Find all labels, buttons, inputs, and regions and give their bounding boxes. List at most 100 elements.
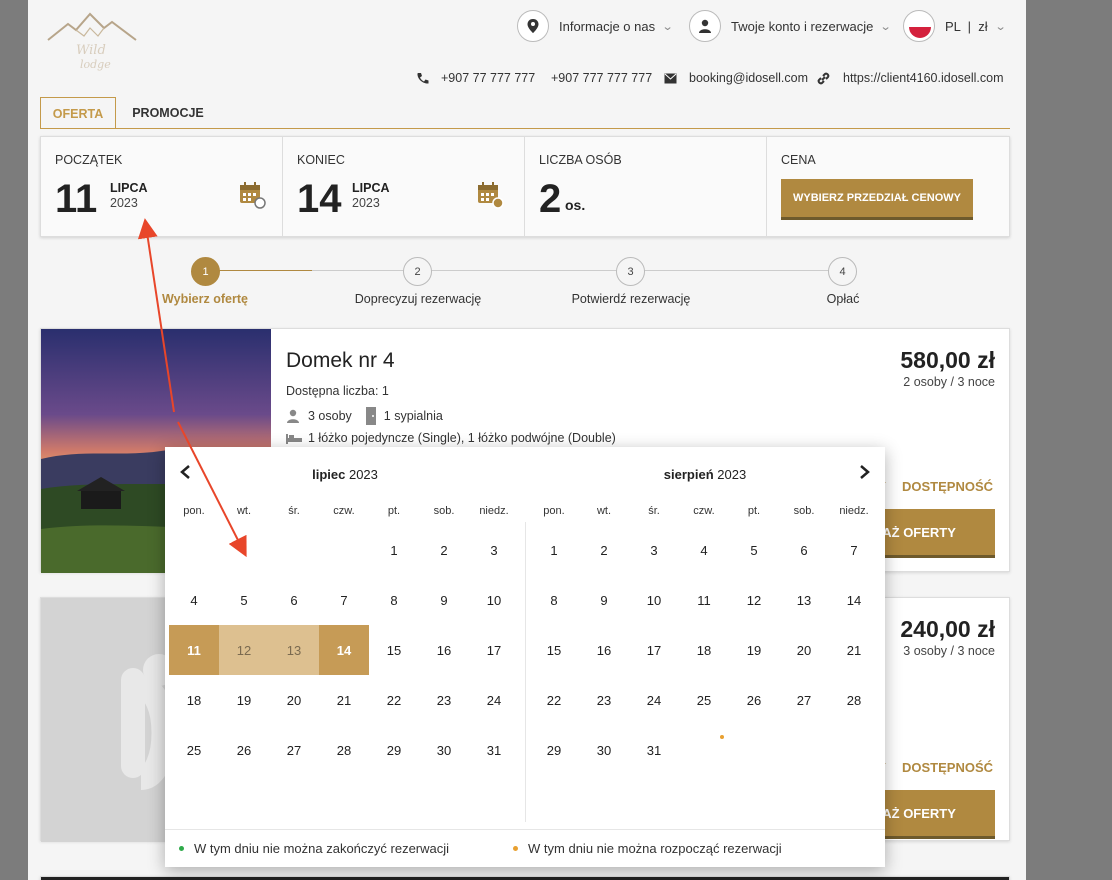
calendar-day[interactable]: 30 bbox=[579, 725, 629, 775]
calendar-day[interactable]: 8 bbox=[369, 575, 419, 625]
calendar-day[interactable]: 13 bbox=[779, 575, 829, 625]
calendar-day[interactable]: 26 bbox=[219, 725, 269, 775]
availability-link[interactable]: DOSTĘPNOŚĆ bbox=[902, 760, 993, 775]
calendar-legend: W tym dniu nie można zakończyć rezerwacj… bbox=[165, 829, 885, 867]
calendar-day[interactable]: 15 bbox=[529, 625, 579, 675]
calendar-day[interactable]: 17 bbox=[629, 625, 679, 675]
guests-field[interactable]: LICZBA OSÓB 2 os. bbox=[525, 137, 767, 236]
calendar-day[interactable]: 15 bbox=[369, 625, 419, 675]
calendar-day[interactable]: 1 bbox=[529, 525, 579, 575]
calendar-day[interactable]: 25 bbox=[169, 725, 219, 775]
calendar-day[interactable]: 16 bbox=[579, 625, 629, 675]
start-date-field[interactable]: POCZĄTEK 11 LIPCA 2023 bbox=[41, 137, 283, 236]
no-start-dot bbox=[720, 735, 724, 739]
calendar-day[interactable]: 22 bbox=[369, 675, 419, 725]
end-month: LIPCA bbox=[352, 181, 390, 195]
step-2-circle: 2 bbox=[403, 257, 432, 286]
calendar-day[interactable]: 9 bbox=[579, 575, 629, 625]
logo[interactable]: Wild lodge bbox=[46, 10, 138, 76]
calendar-day[interactable]: 2 bbox=[579, 525, 629, 575]
calendar-day[interactable]: 22 bbox=[529, 675, 579, 725]
calendar-day[interactable]: 21 bbox=[829, 625, 879, 675]
calendar-day[interactable]: 28 bbox=[319, 725, 369, 775]
tab-promocje[interactable]: PROMOCJE bbox=[128, 97, 208, 129]
end-day: 14 bbox=[297, 177, 342, 221]
poland-flag-icon bbox=[903, 10, 935, 42]
contact-website[interactable]: https://client4160.idosell.com bbox=[816, 68, 1004, 88]
calendar-day[interactable]: 10 bbox=[629, 575, 679, 625]
month-july: lipiec 2023 pon. wt. śr. czw. pt. sob. niedz. 1… bbox=[165, 447, 525, 829]
calendar-day[interactable]: 31 bbox=[469, 725, 519, 775]
calendar-day[interactable]: 16 bbox=[419, 625, 469, 675]
calendar-day[interactable]: 23 bbox=[579, 675, 629, 725]
calendar-day[interactable]: 31 bbox=[629, 725, 679, 775]
calendar-day[interactable]: 17 bbox=[469, 625, 519, 675]
calendar-day[interactable]: 12 bbox=[219, 625, 269, 675]
weekday-header: śr. bbox=[648, 505, 660, 517]
calendar-day[interactable]: 30 bbox=[419, 725, 469, 775]
nav-about[interactable]: Informacje o nas ⌄ bbox=[517, 10, 674, 42]
calendar-day[interactable]: 20 bbox=[269, 675, 319, 725]
calendar-day[interactable]: 29 bbox=[369, 725, 419, 775]
calendar-day[interactable]: 5 bbox=[219, 575, 269, 625]
orange-dot-icon bbox=[513, 846, 519, 851]
calendar-day[interactable]: 7 bbox=[319, 575, 369, 625]
search-bar: POCZĄTEK 11 LIPCA 2023 KONIEC 14 LIPCA 2… bbox=[40, 136, 1010, 237]
calendar-day[interactable]: 10 bbox=[469, 575, 519, 625]
calendar-day[interactable]: 4 bbox=[169, 575, 219, 625]
calendar-day[interactable]: 24 bbox=[629, 675, 679, 725]
calendar-day[interactable]: 3 bbox=[469, 525, 519, 575]
calendar-day[interactable]: 20 bbox=[779, 625, 829, 675]
calendar-day[interactable]: 13 bbox=[269, 625, 319, 675]
calendar-day[interactable]: 4 bbox=[679, 525, 729, 575]
next-month-icon[interactable] bbox=[859, 464, 871, 485]
calendar-day[interactable]: 27 bbox=[269, 725, 319, 775]
choose-price-range-button[interactable]: WYBIERZ PRZEDZIAŁ CENOWY bbox=[781, 179, 973, 217]
calendar-day[interactable]: 11 bbox=[169, 625, 219, 675]
calendar-day[interactable]: 12 bbox=[729, 575, 779, 625]
chevron-down-icon: ⌄ bbox=[661, 20, 674, 33]
calendar-day[interactable]: 8 bbox=[529, 575, 579, 625]
calendar-day[interactable]: 14 bbox=[829, 575, 879, 625]
calendar-day[interactable]: 3 bbox=[629, 525, 679, 575]
prev-month-icon[interactable] bbox=[179, 464, 191, 485]
calendar-day[interactable]: 7 bbox=[829, 525, 879, 575]
step-progress-line bbox=[205, 270, 312, 271]
guests-count: 2 bbox=[539, 177, 562, 221]
calendar-day[interactable]: 18 bbox=[169, 675, 219, 725]
calendar-day[interactable]: 6 bbox=[269, 575, 319, 625]
tab-oferta[interactable]: OFERTA bbox=[40, 97, 116, 129]
calendar-day[interactable]: 26 bbox=[729, 675, 779, 725]
calendar-day[interactable]: 28 bbox=[829, 675, 879, 725]
contact-phone2[interactable]: +907 777 777 777 bbox=[551, 68, 652, 88]
nav-language-currency[interactable]: PL | zł ⌄ bbox=[903, 10, 1006, 42]
calendar-day[interactable]: 25 bbox=[679, 675, 729, 725]
calendar-day[interactable]: 9 bbox=[419, 575, 469, 625]
calendar-day[interactable]: 1 bbox=[369, 525, 419, 575]
offer-title[interactable]: Domek nr 4 bbox=[286, 349, 395, 373]
calendar-day[interactable]: 24 bbox=[469, 675, 519, 725]
calendar-day[interactable]: 27 bbox=[779, 675, 829, 725]
svg-text:Wild: Wild bbox=[76, 43, 106, 58]
phone-icon bbox=[417, 72, 429, 84]
contact-website-text: https://client4160.idosell.com bbox=[843, 71, 1004, 85]
calendar-day[interactable]: 2 bbox=[419, 525, 469, 575]
calendar-day[interactable]: 5 bbox=[729, 525, 779, 575]
calendar-day[interactable]: 6 bbox=[779, 525, 829, 575]
nav-account[interactable]: Twoje konto i rezerwacje ⌄ bbox=[689, 10, 892, 42]
calendar-day[interactable]: 21 bbox=[319, 675, 369, 725]
weekday-header: wt. bbox=[596, 505, 612, 517]
contact-phone1[interactable]: +907 77 777 777 bbox=[416, 68, 535, 88]
end-date-field[interactable]: KONIEC 14 LIPCA 2023 bbox=[283, 137, 525, 236]
contact-email[interactable]: booking@idosell.com bbox=[664, 68, 808, 88]
calendar-day[interactable]: 14 bbox=[319, 625, 369, 675]
guests-label: LICZBA OSÓB bbox=[539, 153, 622, 167]
calendar-day[interactable]: 19 bbox=[729, 625, 779, 675]
weekday-header: sob. bbox=[433, 505, 455, 517]
calendar-day[interactable]: 23 bbox=[419, 675, 469, 725]
availability-link[interactable]: DOSTĘPNOŚĆ bbox=[902, 479, 993, 494]
calendar-day[interactable]: 18 bbox=[679, 625, 729, 675]
calendar-day[interactable]: 11 bbox=[679, 575, 729, 625]
calendar-day[interactable]: 29 bbox=[529, 725, 579, 775]
calendar-day[interactable]: 19 bbox=[219, 675, 269, 725]
